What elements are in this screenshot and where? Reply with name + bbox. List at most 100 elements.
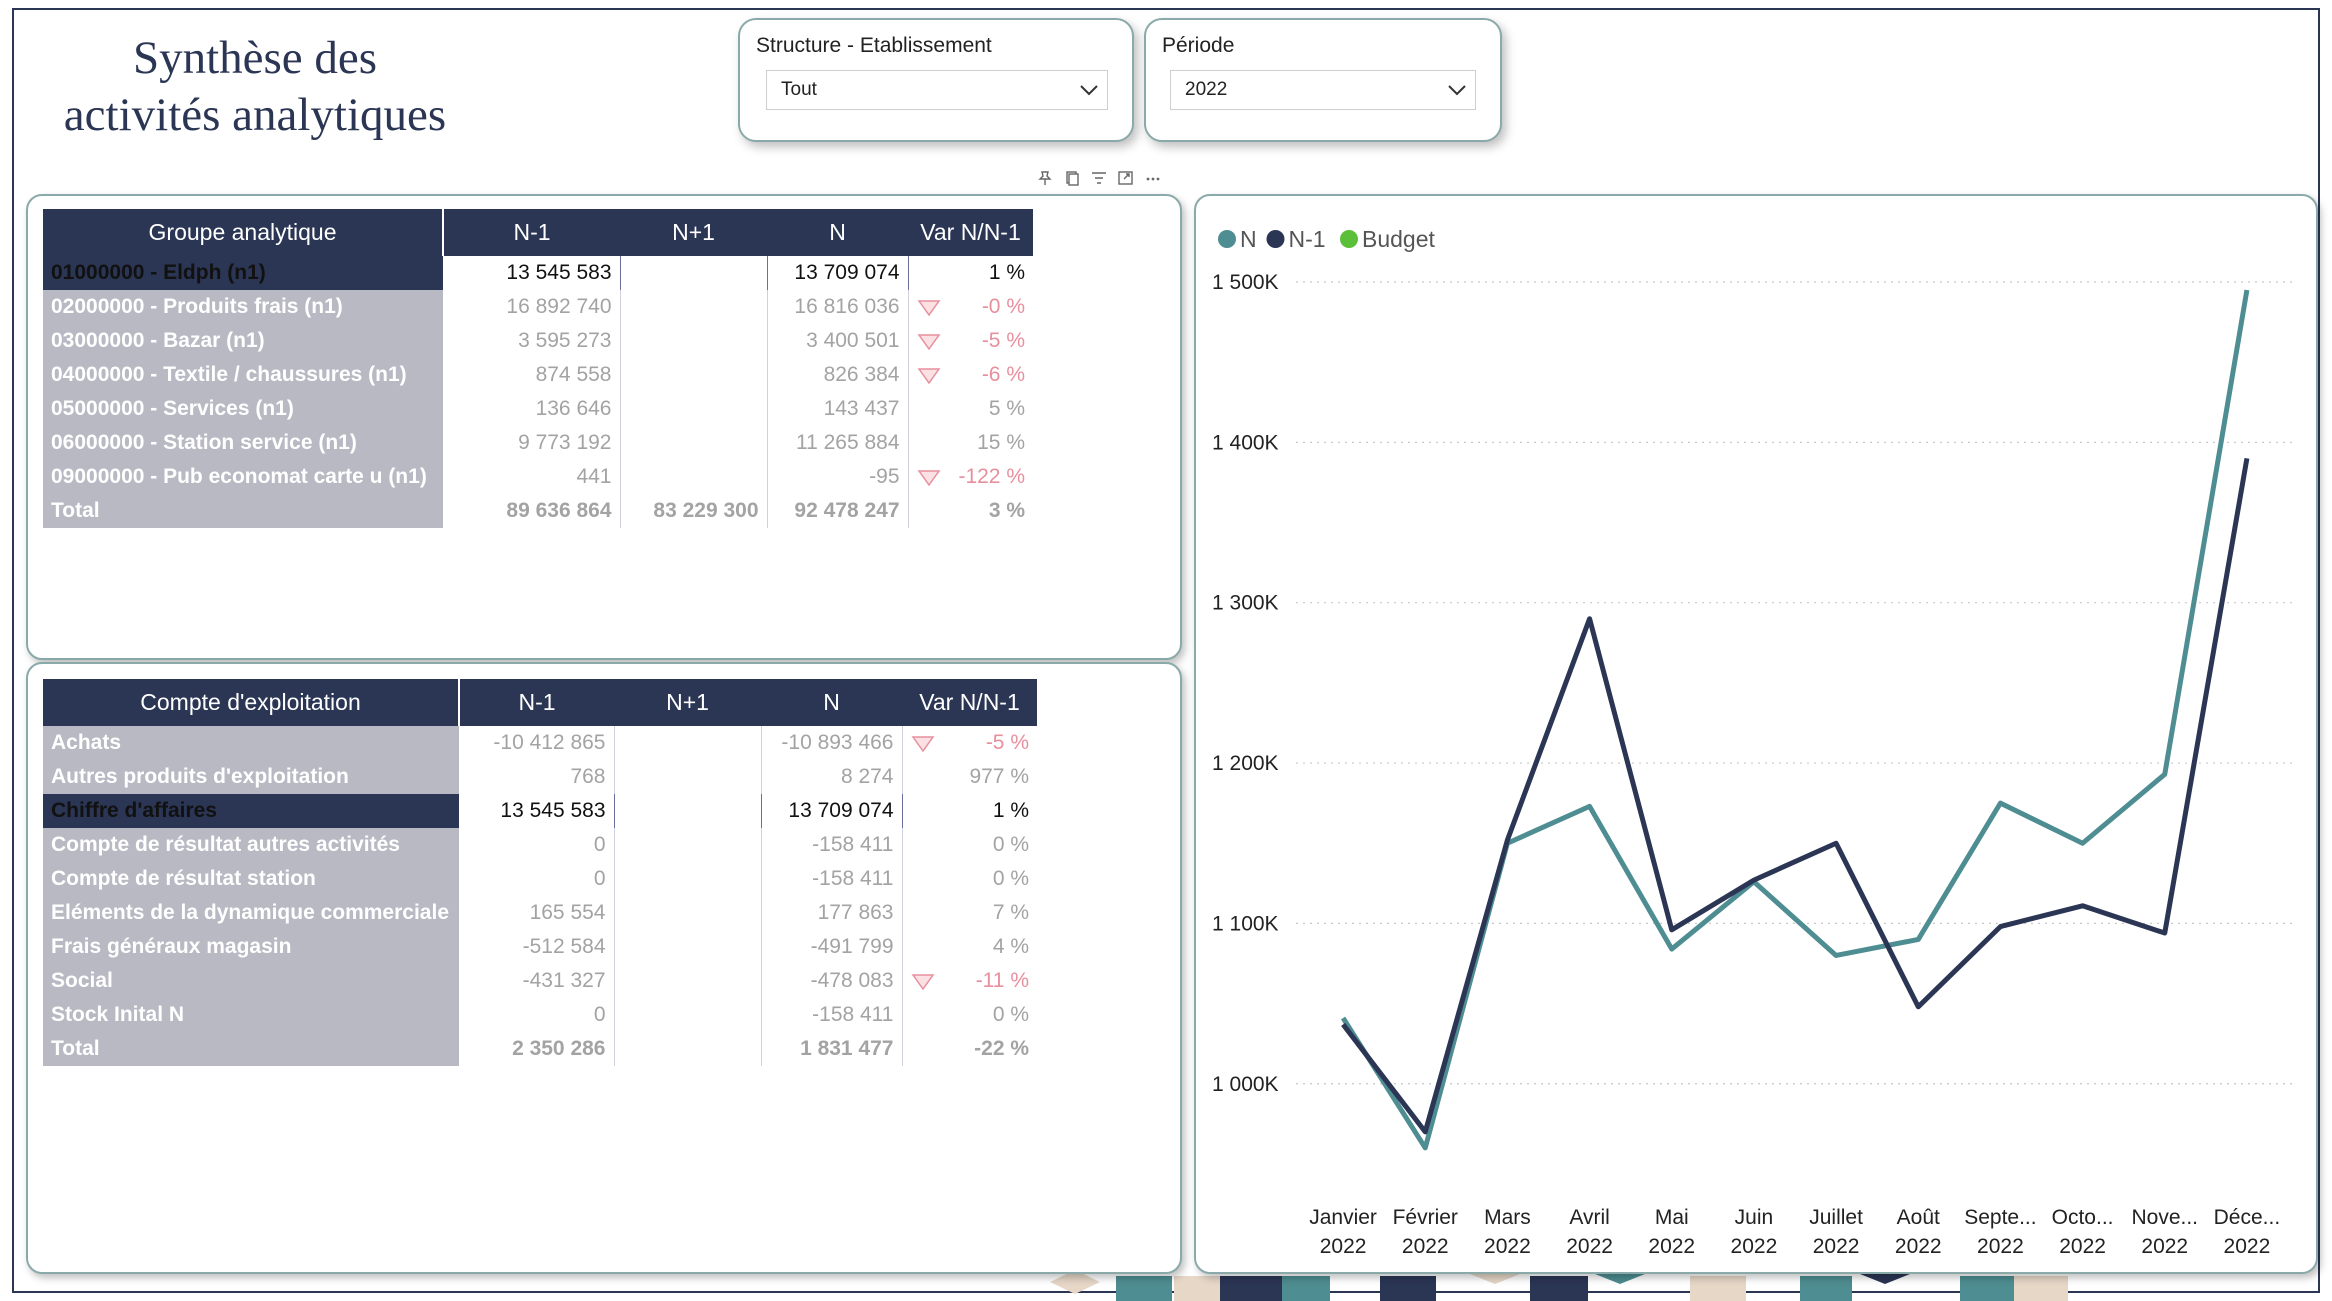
table-row[interactable]: Stock Inital N 0 -158 411 0 %	[43, 998, 1037, 1032]
cell-n-plus-1[interactable]	[614, 726, 762, 760]
row-label[interactable]: Chiffre d'affaires	[43, 794, 459, 828]
slicer-structure-dropdown[interactable]: Tout	[766, 70, 1108, 110]
table-row[interactable]: Eléments de la dynamique commerciale 165 …	[43, 896, 1037, 930]
cell-n-minus-1[interactable]: -512 584	[459, 930, 615, 964]
cell-var[interactable]: -122 %	[908, 460, 1033, 494]
table-row[interactable]: Compte de résultat autres activités 0 -158…	[43, 828, 1037, 862]
cell-n-plus-1[interactable]: 83 229 300	[620, 494, 768, 528]
cell-n-plus-1[interactable]	[614, 930, 762, 964]
total-row[interactable]: Total 2 350 286 1 831 477 -22 %	[43, 1032, 1037, 1066]
cell-n[interactable]: -158 411	[761, 828, 903, 862]
cell-n-plus-1[interactable]	[614, 794, 762, 828]
cell-n-minus-1[interactable]: 89 636 864	[443, 494, 621, 528]
pin-icon[interactable]	[1036, 170, 1054, 186]
column-header[interactable]: N+1	[620, 209, 767, 256]
row-label[interactable]: Autres produits d'exploitation	[43, 760, 459, 794]
table-row[interactable]: 03000000 - Bazar (n1) 3 595 273 3 400 501 -…	[43, 324, 1033, 358]
cell-var[interactable]: 15 %	[908, 426, 1033, 460]
column-header[interactable]: Var N/N-1	[902, 679, 1037, 726]
cell-var[interactable]: 7 %	[902, 896, 1037, 930]
cell-n-minus-1[interactable]: 768	[459, 760, 615, 794]
cell-var[interactable]: 977 %	[902, 760, 1037, 794]
row-label[interactable]: Stock Inital N	[43, 998, 459, 1032]
cell-n-plus-1[interactable]	[620, 290, 768, 324]
cell-n[interactable]: 1 831 477	[761, 1032, 903, 1066]
cell-var[interactable]: -5 %	[908, 324, 1033, 358]
row-label[interactable]: 05000000 - Services (n1)	[43, 392, 443, 426]
table-row[interactable]: Frais généraux magasin -512 584 -491 799 4 …	[43, 930, 1037, 964]
cell-n-plus-1[interactable]	[620, 324, 768, 358]
cell-n-minus-1[interactable]: 874 558	[443, 358, 621, 392]
table-row[interactable]: 06000000 - Station service (n1) 9 773 192…	[43, 426, 1033, 460]
cell-n[interactable]: 13 709 074	[761, 794, 903, 828]
cell-n-plus-1[interactable]	[614, 998, 762, 1032]
cell-n[interactable]: -478 083	[761, 964, 903, 998]
slicer-periode-dropdown[interactable]: 2022	[1170, 70, 1476, 110]
table-row[interactable]: Achats -10 412 865 -10 893 466 -5 %	[43, 726, 1037, 760]
row-label[interactable]: Total	[43, 494, 443, 528]
cell-n-minus-1[interactable]: 0	[459, 998, 615, 1032]
cell-var[interactable]: -5 %	[902, 726, 1037, 760]
cell-n-plus-1[interactable]	[614, 1032, 762, 1066]
focus-mode-icon[interactable]	[1117, 170, 1135, 186]
table-row[interactable]: 02000000 - Produits frais (n1) 16 892 740…	[43, 290, 1033, 324]
cell-n-plus-1[interactable]	[614, 828, 762, 862]
table-row[interactable]: 01000000 - Eldph (n1) 13 545 583 13 709 07…	[43, 256, 1033, 290]
cell-n[interactable]: 177 863	[761, 896, 903, 930]
cell-n-plus-1[interactable]	[614, 896, 762, 930]
cell-var[interactable]: 0 %	[902, 998, 1037, 1032]
cell-n-minus-1[interactable]: 13 545 583	[443, 256, 621, 290]
row-label[interactable]: Achats	[43, 726, 459, 760]
cell-n-minus-1[interactable]: 165 554	[459, 896, 615, 930]
column-header[interactable]: N	[761, 679, 902, 726]
cell-n-minus-1[interactable]: 3 595 273	[443, 324, 621, 358]
cell-n[interactable]: 8 274	[761, 760, 903, 794]
cell-n-minus-1[interactable]: 2 350 286	[459, 1032, 615, 1066]
cell-n-minus-1[interactable]: 136 646	[443, 392, 621, 426]
column-header[interactable]: N	[767, 209, 908, 256]
cell-n-plus-1[interactable]	[620, 426, 768, 460]
table-row[interactable]: Chiffre d'affaires 13 545 583 13 709 074 1 …	[43, 794, 1037, 828]
cell-var[interactable]: -6 %	[908, 358, 1033, 392]
table-row[interactable]: 04000000 - Textile / chaussures (n1) 874 …	[43, 358, 1033, 392]
cell-n-plus-1[interactable]	[620, 392, 768, 426]
column-header[interactable]: Groupe analytique	[43, 209, 444, 256]
column-header[interactable]: Compte d'exploitation	[43, 679, 460, 726]
table-row[interactable]: 05000000 - Services (n1) 136 646 143 437 5 …	[43, 392, 1033, 426]
cell-n-minus-1[interactable]: 13 545 583	[459, 794, 615, 828]
column-header[interactable]: N-1	[459, 679, 614, 726]
total-row[interactable]: Total 89 636 864 83 229 300 92 478 247 3 %	[43, 494, 1033, 528]
copy-icon[interactable]	[1063, 170, 1081, 186]
cell-var[interactable]: 3 %	[908, 494, 1033, 528]
cell-var[interactable]: -0 %	[908, 290, 1033, 324]
column-header[interactable]: N+1	[614, 679, 761, 726]
cell-n-plus-1[interactable]	[620, 460, 768, 494]
row-label[interactable]: 02000000 - Produits frais (n1)	[43, 290, 443, 324]
cell-n-plus-1[interactable]	[614, 760, 762, 794]
cell-n-minus-1[interactable]: 9 773 192	[443, 426, 621, 460]
column-header[interactable]: Var N/N-1	[908, 209, 1033, 256]
cell-n[interactable]: -158 411	[761, 998, 903, 1032]
cell-n[interactable]: -158 411	[761, 862, 903, 896]
more-options-icon[interactable]	[1144, 170, 1162, 186]
cell-var[interactable]: -22 %	[902, 1032, 1037, 1066]
row-label[interactable]: 01000000 - Eldph (n1)	[43, 256, 443, 290]
cell-n[interactable]: -95	[767, 460, 909, 494]
cell-var[interactable]: 5 %	[908, 392, 1033, 426]
cell-var[interactable]: 0 %	[902, 862, 1037, 896]
cell-n-minus-1[interactable]: 441	[443, 460, 621, 494]
cell-var[interactable]: 1 %	[908, 256, 1033, 290]
cell-n[interactable]: 16 816 036	[767, 290, 909, 324]
cell-n-minus-1[interactable]: 0	[459, 862, 615, 896]
table-row[interactable]: 09000000 - Pub economat carte u (n1) 441 -…	[43, 460, 1033, 494]
row-label[interactable]: Eléments de la dynamique commerciale	[43, 896, 459, 930]
cell-n-minus-1[interactable]: -10 412 865	[459, 726, 615, 760]
filter-icon[interactable]	[1090, 170, 1108, 186]
cell-var[interactable]: 1 %	[902, 794, 1037, 828]
table-row[interactable]: Autres produits d'exploitation 768 8 274 97…	[43, 760, 1037, 794]
row-label[interactable]: Social	[43, 964, 459, 998]
cell-var[interactable]: 0 %	[902, 828, 1037, 862]
cell-n[interactable]: 143 437	[767, 392, 909, 426]
cell-n[interactable]: 826 384	[767, 358, 909, 392]
matrix-compte-exploitation[interactable]: Compte d'exploitation N-1 N+1 N Var N/N-…	[43, 679, 1037, 1066]
